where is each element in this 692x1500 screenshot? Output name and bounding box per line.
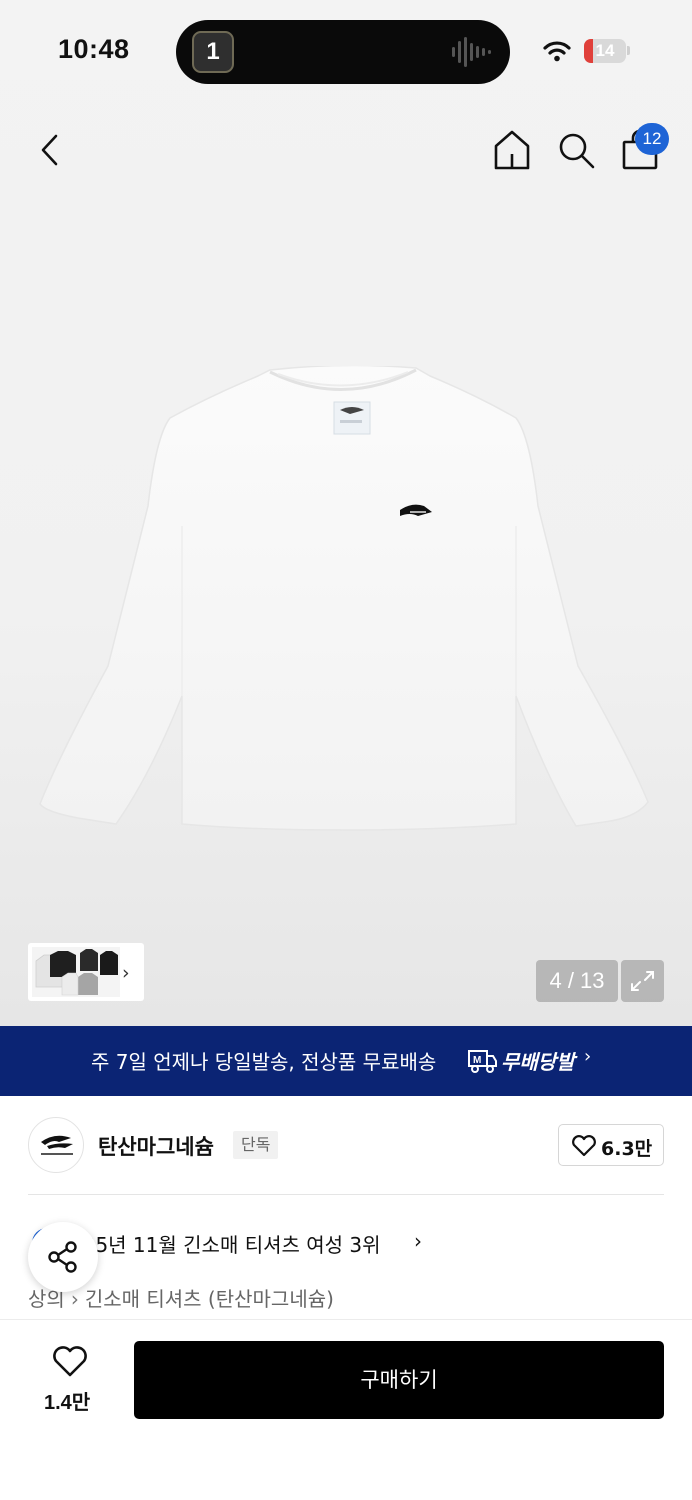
status-time: 10:48 [58, 34, 130, 64]
heart-icon [572, 1135, 596, 1157]
banner-brand-label: 무배당발 [501, 1050, 575, 1074]
home-icon[interactable] [492, 128, 532, 172]
back-arrow-icon[interactable] [30, 128, 70, 172]
search-icon[interactable] [556, 130, 596, 170]
wifi-icon [543, 41, 571, 62]
exclusive-badge: 단독 [233, 1131, 279, 1159]
breadcrumb-level2[interactable]: 긴소매 티셔츠 (탄산마그네슘) [85, 1287, 334, 1311]
share-button[interactable] [28, 1222, 98, 1292]
buy-button[interactable]: 구매하기 [134, 1341, 664, 1419]
image-page-indicator: 4 / 13 [536, 960, 618, 1002]
status-bar: 10:48 1 14 [0, 0, 692, 100]
brand-name[interactable]: 탄산마그네슘 [98, 1131, 214, 1161]
cart-count-badge: 12 [635, 123, 669, 155]
brand-like-count: 6.3만 [601, 1138, 653, 1160]
battery-percent: 14 [595, 41, 615, 60]
island-app-icon: 1 [192, 31, 234, 73]
thumbnail-image [32, 947, 120, 997]
ranking-link[interactable]: 025년 11월 긴소매 티셔츠 여성 3위 [70, 1229, 381, 1258]
audio-wave-icon [452, 37, 491, 67]
brand-like-button[interactable]: 6.3만 [558, 1124, 664, 1166]
ranking-chevron-icon: › [414, 1229, 422, 1253]
battery-tip [627, 46, 630, 55]
divider [28, 1194, 664, 1195]
banner-text: 주 7일 언제나 당일발송, 전상품 무료배송 [91, 1050, 437, 1074]
thumbnail-next-chevron[interactable]: › [122, 962, 130, 984]
share-icon [48, 1241, 77, 1273]
product-photo[interactable] [38, 366, 650, 832]
expand-icon [631, 971, 654, 991]
heart-icon[interactable] [52, 1346, 88, 1378]
battery-icon: 14 [584, 39, 626, 63]
brand-logo[interactable] [28, 1117, 84, 1173]
banner-chevron-icon: › [584, 1046, 592, 1067]
free-shipping-banner[interactable]: 주 7일 언제나 당일발송, 전상품 무료배송 M 무배당발 › [0, 1026, 692, 1096]
dynamic-island[interactable]: 1 [176, 20, 510, 84]
delivery-truck-icon: M [468, 1050, 497, 1073]
svg-text:M: M [473, 1055, 481, 1066]
like-count: 1.4만 [44, 1392, 91, 1414]
brand-logo-mark [41, 1135, 73, 1155]
expand-image-button[interactable] [621, 960, 664, 1002]
